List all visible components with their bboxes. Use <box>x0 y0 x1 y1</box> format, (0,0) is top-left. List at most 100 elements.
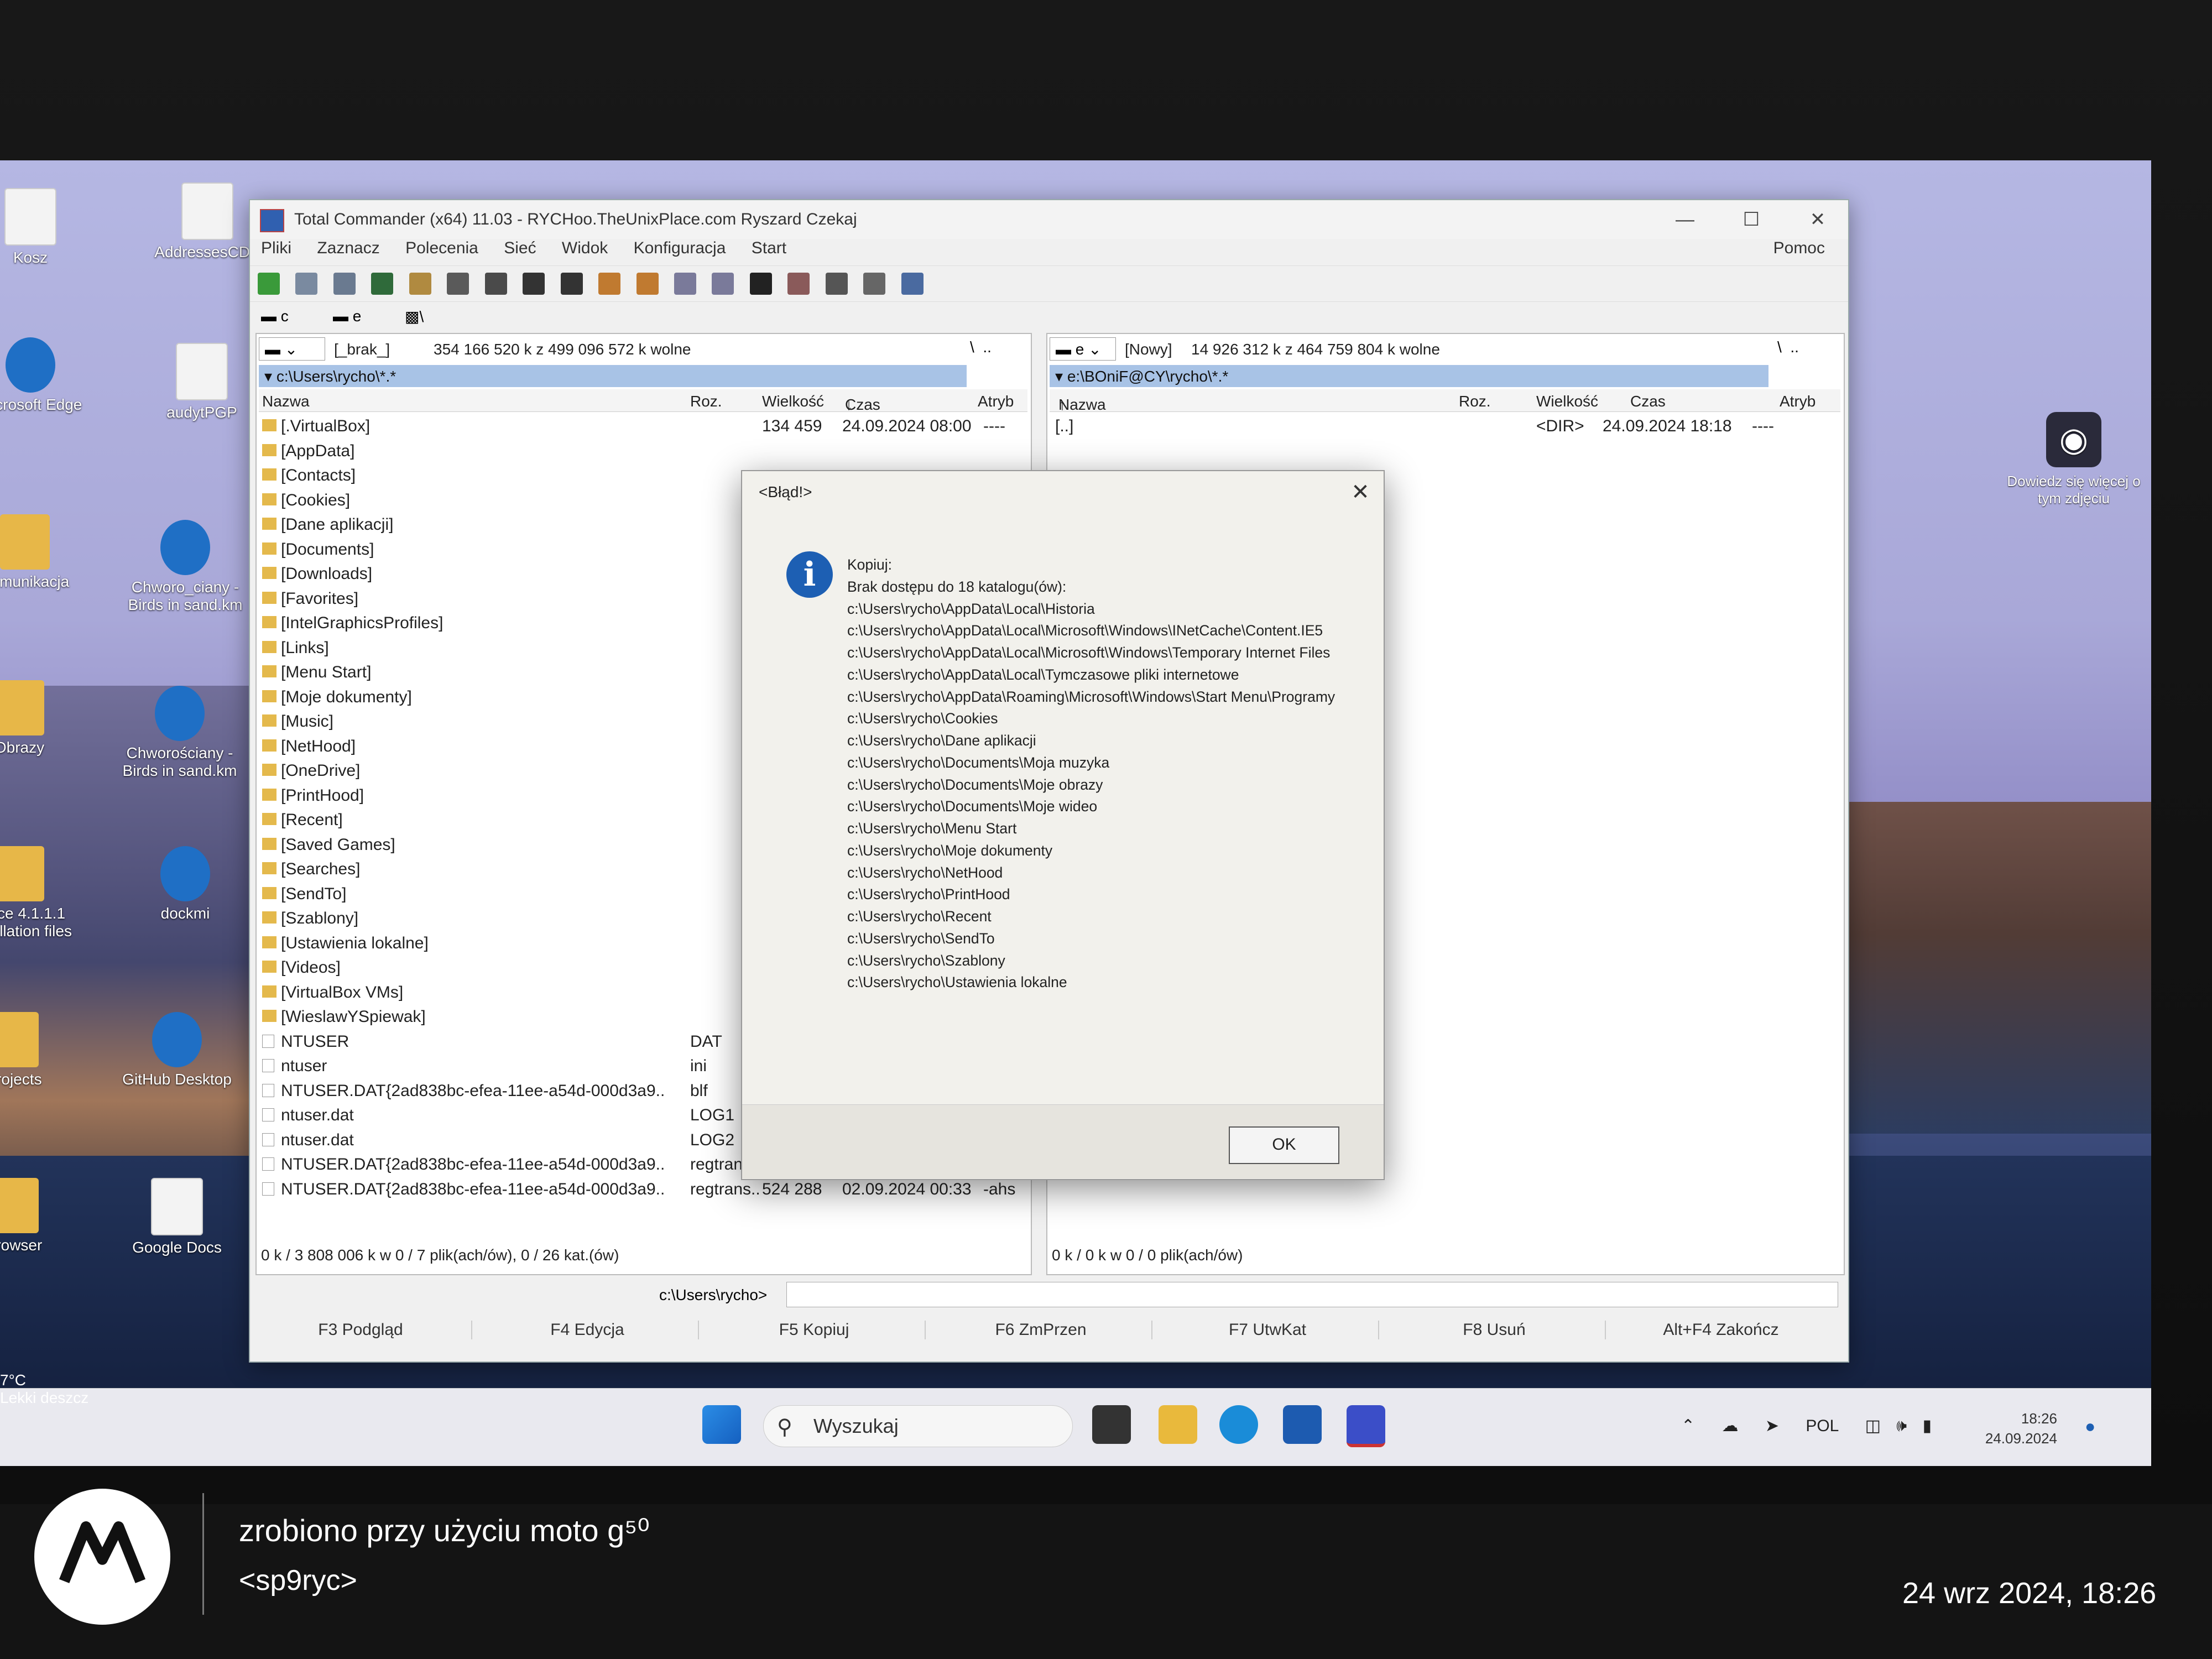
table-row[interactable]: [..] <DIR> 24.09.2024 18:18 ---- <box>1050 414 1840 439</box>
task-view-icon[interactable] <box>1092 1405 1131 1444</box>
table-row[interactable]: [AppData] <box>259 439 1027 463</box>
network-drive-button[interactable]: ▩\ <box>405 307 424 326</box>
back-arrow-icon[interactable] <box>523 273 545 295</box>
close-icon[interactable]: ✕ <box>1345 477 1376 508</box>
ok-button[interactable]: OK <box>1229 1126 1339 1164</box>
sync-icon[interactable] <box>712 273 734 295</box>
f4-edit-button[interactable]: F4 Edycja <box>477 1321 699 1339</box>
network-icon[interactable]: ◫ <box>1865 1417 1881 1435</box>
unzip-icon[interactable] <box>636 273 659 295</box>
root-dir-button[interactable]: \ .. <box>1777 338 1799 356</box>
drive-c-button[interactable]: ▬ c <box>261 307 289 325</box>
left-path-bar[interactable]: ▾ c:\Users\rycho\*.* <box>259 365 967 387</box>
windows-start-icon[interactable] <box>702 1405 741 1444</box>
drive-icon: ▬ <box>333 307 348 325</box>
close-icon[interactable]: ✕ <box>1798 205 1837 234</box>
desktop-icon-birds-2[interactable]: Chworościany - Birds in sand.km <box>116 686 243 780</box>
desktop-icon-obrazy[interactable]: Obrazy <box>0 680 83 757</box>
table-row[interactable]: [.VirtualBox] 134 459 24.09.2024 08:00 ---- <box>259 414 1027 439</box>
desktop-icon-audytpgp[interactable]: audytPGP <box>138 343 265 421</box>
drive-e-button[interactable]: ▬ e <box>333 307 361 325</box>
notepad-icon[interactable] <box>901 273 924 295</box>
row-name: [Videos] <box>281 958 341 977</box>
right-drive-select[interactable]: ▬ e ⌄ <box>1050 337 1116 361</box>
refresh-icon[interactable] <box>258 273 280 295</box>
compare-icon[interactable] <box>674 273 696 295</box>
minimize-icon[interactable]: — <box>1666 205 1704 234</box>
col-time[interactable]: Czas <box>1630 393 1666 410</box>
desktop-icon-projects[interactable]: Projects <box>0 1012 77 1088</box>
col-ext[interactable]: Roz. <box>1459 393 1491 410</box>
desktop-icon-browser[interactable]: Browser <box>0 1178 77 1254</box>
right-file-list: [..] <DIR> 24.09.2024 18:18 ---- <box>1050 414 1840 439</box>
row-attr: -ahs <box>983 1180 1016 1198</box>
menu-siec[interactable]: Sieć <box>504 239 536 257</box>
thumbnails-icon[interactable] <box>409 273 431 295</box>
onedrive-icon[interactable]: ☁ <box>1721 1417 1738 1435</box>
dialog-path-line: c:\Users\rycho\Dane aplikacji <box>847 732 1036 749</box>
forward-arrow-icon[interactable] <box>560 273 583 295</box>
desktop-icon-office[interactable]: Office 4.1.1.1 installation files <box>0 846 83 940</box>
menu-pomoc[interactable]: Pomoc <box>1773 239 1825 258</box>
desktop-icon-birds-1[interactable]: Chworo_ciany - Birds in sand.km <box>122 520 249 614</box>
taskbar-search[interactable]: ⚲ Wyszukaj <box>763 1405 1073 1447</box>
menu-bar: Pliki Zaznacz Polecenia Sieć Widok Konfi… <box>250 239 1848 264</box>
multi-rename-icon[interactable] <box>787 273 810 295</box>
f7-mkdir-button[interactable]: F7 UtwKat <box>1157 1321 1379 1339</box>
unpack-icon[interactable] <box>484 273 507 295</box>
location-icon[interactable]: ➤ <box>1765 1417 1779 1435</box>
col-name[interactable]: Nazwa <box>262 393 310 410</box>
menu-zaznacz[interactable]: Zaznacz <box>317 239 379 257</box>
battery-icon[interactable]: ▮ <box>1923 1417 1932 1435</box>
desktop-icon-recycle-bin[interactable]: Kosz <box>0 188 94 267</box>
cmd-input[interactable] <box>786 1282 1838 1307</box>
language-indicator[interactable]: POL <box>1806 1417 1838 1435</box>
pack-icon[interactable] <box>447 273 469 295</box>
col-size[interactable]: Wielkość <box>762 393 824 410</box>
store-icon[interactable] <box>1283 1405 1322 1444</box>
file-explorer-icon[interactable] <box>1159 1405 1197 1444</box>
ftp-icon[interactable] <box>825 273 848 295</box>
search-placeholder: Wyszukaj <box>813 1415 899 1437</box>
tree-view-icon[interactable] <box>371 273 394 295</box>
taskbar-clock[interactable]: 18:26 24.09.2024 <box>1980 1408 2057 1449</box>
f3-view-button[interactable]: F3 Podgląd <box>250 1321 472 1339</box>
col-attr[interactable]: Atryb <box>978 393 1014 410</box>
brief-view-icon[interactable] <box>295 273 318 295</box>
menu-polecenia[interactable]: Polecenia <box>405 239 478 257</box>
right-path-bar[interactable]: ▾ e:\BOniF@CY\rycho\*.* <box>1050 365 1768 387</box>
title-bar[interactable]: Total Commander (x64) 11.03 - RYCHoo.The… <box>250 200 1848 239</box>
alt-f4-exit-button[interactable]: Alt+F4 Zakończ <box>1610 1321 1832 1339</box>
desktop-icon-github[interactable]: GitHub Desktop <box>113 1012 241 1088</box>
search-binoculars-icon[interactable] <box>749 273 772 295</box>
left-drive-select[interactable]: ▬ ⌄ <box>259 337 325 361</box>
maximize-icon[interactable]: ☐ <box>1732 205 1771 234</box>
menu-konfiguracja[interactable]: Konfiguracja <box>634 239 726 257</box>
root-dir-button[interactable]: \ .. <box>970 338 992 356</box>
table-row[interactable]: NTUSER.DAT{2ad838bc-efea-11ee-a54d-000d3… <box>259 1177 1027 1202</box>
menu-pliki[interactable]: Pliki <box>261 239 291 257</box>
col-ext[interactable]: Roz. <box>690 393 722 410</box>
chevron-up-icon[interactable]: ⌃ <box>1681 1417 1695 1435</box>
url-icon[interactable] <box>863 273 886 295</box>
desktop-icon-komunikacja[interactable]: Komunikacja <box>0 514 88 591</box>
col-attr[interactable]: Atryb <box>1780 393 1815 410</box>
edge-icon[interactable] <box>1219 1405 1258 1444</box>
notification-bell-icon[interactable]: ● <box>2085 1416 2095 1437</box>
row-size: 524 288 <box>762 1180 822 1198</box>
desktop-icon-edge[interactable]: Microsoft Edge <box>0 337 94 414</box>
f8-delete-button[interactable]: F8 Usuń <box>1384 1321 1606 1339</box>
col-size[interactable]: Wielkość <box>1536 393 1598 410</box>
f6-move-button[interactable]: F6 ZmPrzen <box>930 1321 1152 1339</box>
desktop-icon-google-docs[interactable]: Google Docs <box>113 1178 241 1256</box>
full-view-icon[interactable] <box>333 273 356 295</box>
menu-start[interactable]: Start <box>752 239 786 257</box>
volume-icon[interactable]: 🕪 <box>1896 1417 1907 1435</box>
weather-widget[interactable]: 7°C Lekki deszcz <box>0 1371 88 1407</box>
menu-widok[interactable]: Widok <box>562 239 608 257</box>
desktop-icon-dockmi[interactable]: dockmi <box>122 846 249 922</box>
f5-copy-button[interactable]: F5 Kopiuj <box>703 1321 926 1339</box>
zip-icon[interactable] <box>598 273 621 295</box>
total-commander-taskbar-icon[interactable] <box>1347 1405 1385 1447</box>
wallpaper-info-widget[interactable]: ◉ Dowiedz się więcej o tym zdjęciu <box>2002 412 2146 507</box>
